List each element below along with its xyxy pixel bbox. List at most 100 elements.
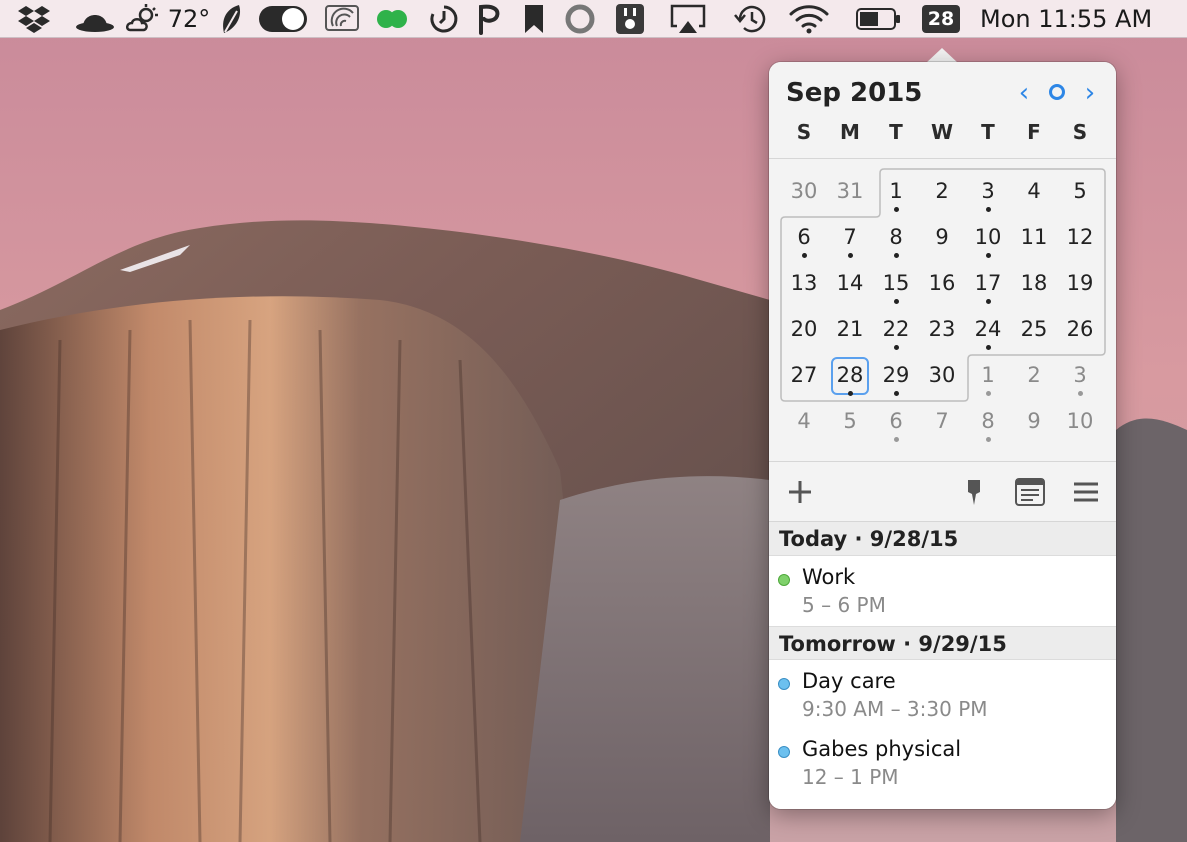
today-button[interactable] [1049, 84, 1065, 100]
day-cell[interactable]: 14 [827, 261, 873, 307]
day-cell[interactable]: 22 [873, 307, 919, 353]
wifi-icon[interactable] [786, 0, 832, 38]
prev-month-button[interactable]: ‹ [1013, 80, 1035, 106]
green-circles-icon[interactable] [372, 0, 412, 38]
day-number: 24 [974, 317, 1002, 341]
notes-button[interactable] [1013, 462, 1047, 522]
add-event-button[interactable] [783, 462, 817, 522]
day-number: 4 [1027, 179, 1041, 203]
calendar-menu-button[interactable]: 28 [918, 0, 964, 38]
tomorrow-header: Tomorrow · 9/29/15 [769, 626, 1116, 660]
day-cell[interactable]: 15 [873, 261, 919, 307]
day-cell[interactable]: 2 [1011, 353, 1057, 399]
day-cell[interactable]: 30 [919, 353, 965, 399]
event-indicator-dot [894, 391, 899, 396]
day-cell[interactable]: 10 [1057, 399, 1103, 445]
day-cell[interactable]: 6 [873, 399, 919, 445]
day-cell[interactable]: 11 [1011, 215, 1057, 261]
plug-icon[interactable] [612, 0, 648, 38]
wifi-monitor-icon[interactable] [322, 0, 362, 38]
day-cell[interactable]: 26 [1057, 307, 1103, 353]
day-cell[interactable]: 10 [965, 215, 1011, 261]
day-cell[interactable]: 4 [781, 399, 827, 445]
p-icon[interactable] [470, 0, 506, 38]
day-cell[interactable]: 18 [1011, 261, 1057, 307]
day-cell[interactable]: 6 [781, 215, 827, 261]
day-number: 30 [928, 363, 956, 387]
battery-icon[interactable] [854, 0, 904, 38]
day-cell[interactable]: 7 [827, 215, 873, 261]
pin-button[interactable] [959, 462, 989, 522]
hat-icon[interactable] [72, 0, 118, 38]
day-cell[interactable]: 8 [873, 215, 919, 261]
day-cell[interactable]: 30 [781, 169, 827, 215]
day-cell[interactable]: 5 [827, 399, 873, 445]
day-cell[interactable]: 13 [781, 261, 827, 307]
toggle-icon[interactable] [256, 0, 310, 38]
event-title: Work [802, 565, 856, 589]
day-number: 6 [889, 409, 903, 433]
menu-button[interactable] [1069, 462, 1103, 522]
calendar-date-badge: 28 [922, 5, 960, 33]
day-cell[interactable]: 27 [781, 353, 827, 399]
weekday-label: S [796, 120, 812, 144]
event-item[interactable]: Gabes physical 12 – 1 PM [769, 737, 1116, 799]
event-indicator-dot [894, 299, 899, 304]
day-number: 3 [1073, 363, 1087, 387]
bookmark-icon[interactable] [518, 0, 550, 38]
day-cell[interactable]: 31 [827, 169, 873, 215]
day-cell[interactable]: 1 [873, 169, 919, 215]
calendar-header: Sep 2015 ‹ › S M T W T F S [769, 62, 1116, 159]
day-cell[interactable]: 23 [919, 307, 965, 353]
menu-clock[interactable]: Mon 11:55 AM [980, 0, 1180, 38]
day-cell[interactable]: 19 [1057, 261, 1103, 307]
day-number: 27 [790, 363, 818, 387]
weekday-label: S [1072, 120, 1088, 144]
day-cell[interactable]: 8 [965, 399, 1011, 445]
dropbox-icon[interactable] [14, 0, 54, 38]
feather-icon[interactable] [214, 0, 250, 38]
day-cell-today[interactable]: 28 [827, 353, 873, 399]
day-number: 22 [882, 317, 910, 341]
event-indicator-dot [848, 391, 853, 396]
popover-toolbar [769, 461, 1116, 522]
day-cell[interactable]: 3 [1057, 353, 1103, 399]
calendar-popover: Sep 2015 ‹ › SMTWTFS 30 31 1 2 3 4 5 6 7 8 9 10 11 12… [769, 62, 1116, 809]
day-cell[interactable]: 12 [1057, 215, 1103, 261]
day-cell[interactable]: 5 [1057, 169, 1103, 215]
event-item[interactable]: Work 5 – 6 PM [769, 565, 1116, 627]
day-cell[interactable]: 1 [965, 353, 1011, 399]
next-month-button[interactable]: › [1079, 80, 1101, 106]
weather-icon[interactable] [124, 0, 164, 38]
event-indicator-dot [986, 299, 991, 304]
weather-temp[interactable]: 72° [166, 0, 212, 38]
day-number: 16 [928, 271, 956, 295]
day-cell[interactable]: 16 [919, 261, 965, 307]
day-cell[interactable]: 29 [873, 353, 919, 399]
day-cell[interactable]: 9 [919, 215, 965, 261]
day-cell[interactable]: 17 [965, 261, 1011, 307]
day-cell[interactable]: 21 [827, 307, 873, 353]
today-header: Today · 9/28/15 [769, 522, 1116, 556]
day-cell[interactable]: 7 [919, 399, 965, 445]
day-number: 5 [1073, 179, 1087, 203]
day-cell[interactable]: 20 [781, 307, 827, 353]
airplay-icon[interactable] [666, 0, 710, 38]
day-number: 17 [974, 271, 1002, 295]
day-number: 10 [974, 225, 1002, 249]
day-cell[interactable]: 9 [1011, 399, 1057, 445]
time-machine-icon[interactable] [728, 0, 772, 38]
day-cell[interactable]: 2 [919, 169, 965, 215]
day-cell[interactable]: 4 [1011, 169, 1057, 215]
event-time: 5 – 6 PM [802, 593, 886, 617]
event-item[interactable]: Day care 9:30 AM – 3:30 PM [769, 669, 1116, 731]
timer-icon[interactable] [424, 0, 464, 38]
day-cell[interactable]: 24 [965, 307, 1011, 353]
day-cell[interactable]: 3 [965, 169, 1011, 215]
event-indicator-dot [894, 207, 899, 212]
circle-icon[interactable] [562, 0, 598, 38]
day-number: 19 [1066, 271, 1094, 295]
event-time: 9:30 AM – 3:30 PM [802, 697, 988, 721]
day-cell[interactable]: 25 [1011, 307, 1057, 353]
event-indicator-dot [1078, 391, 1083, 396]
